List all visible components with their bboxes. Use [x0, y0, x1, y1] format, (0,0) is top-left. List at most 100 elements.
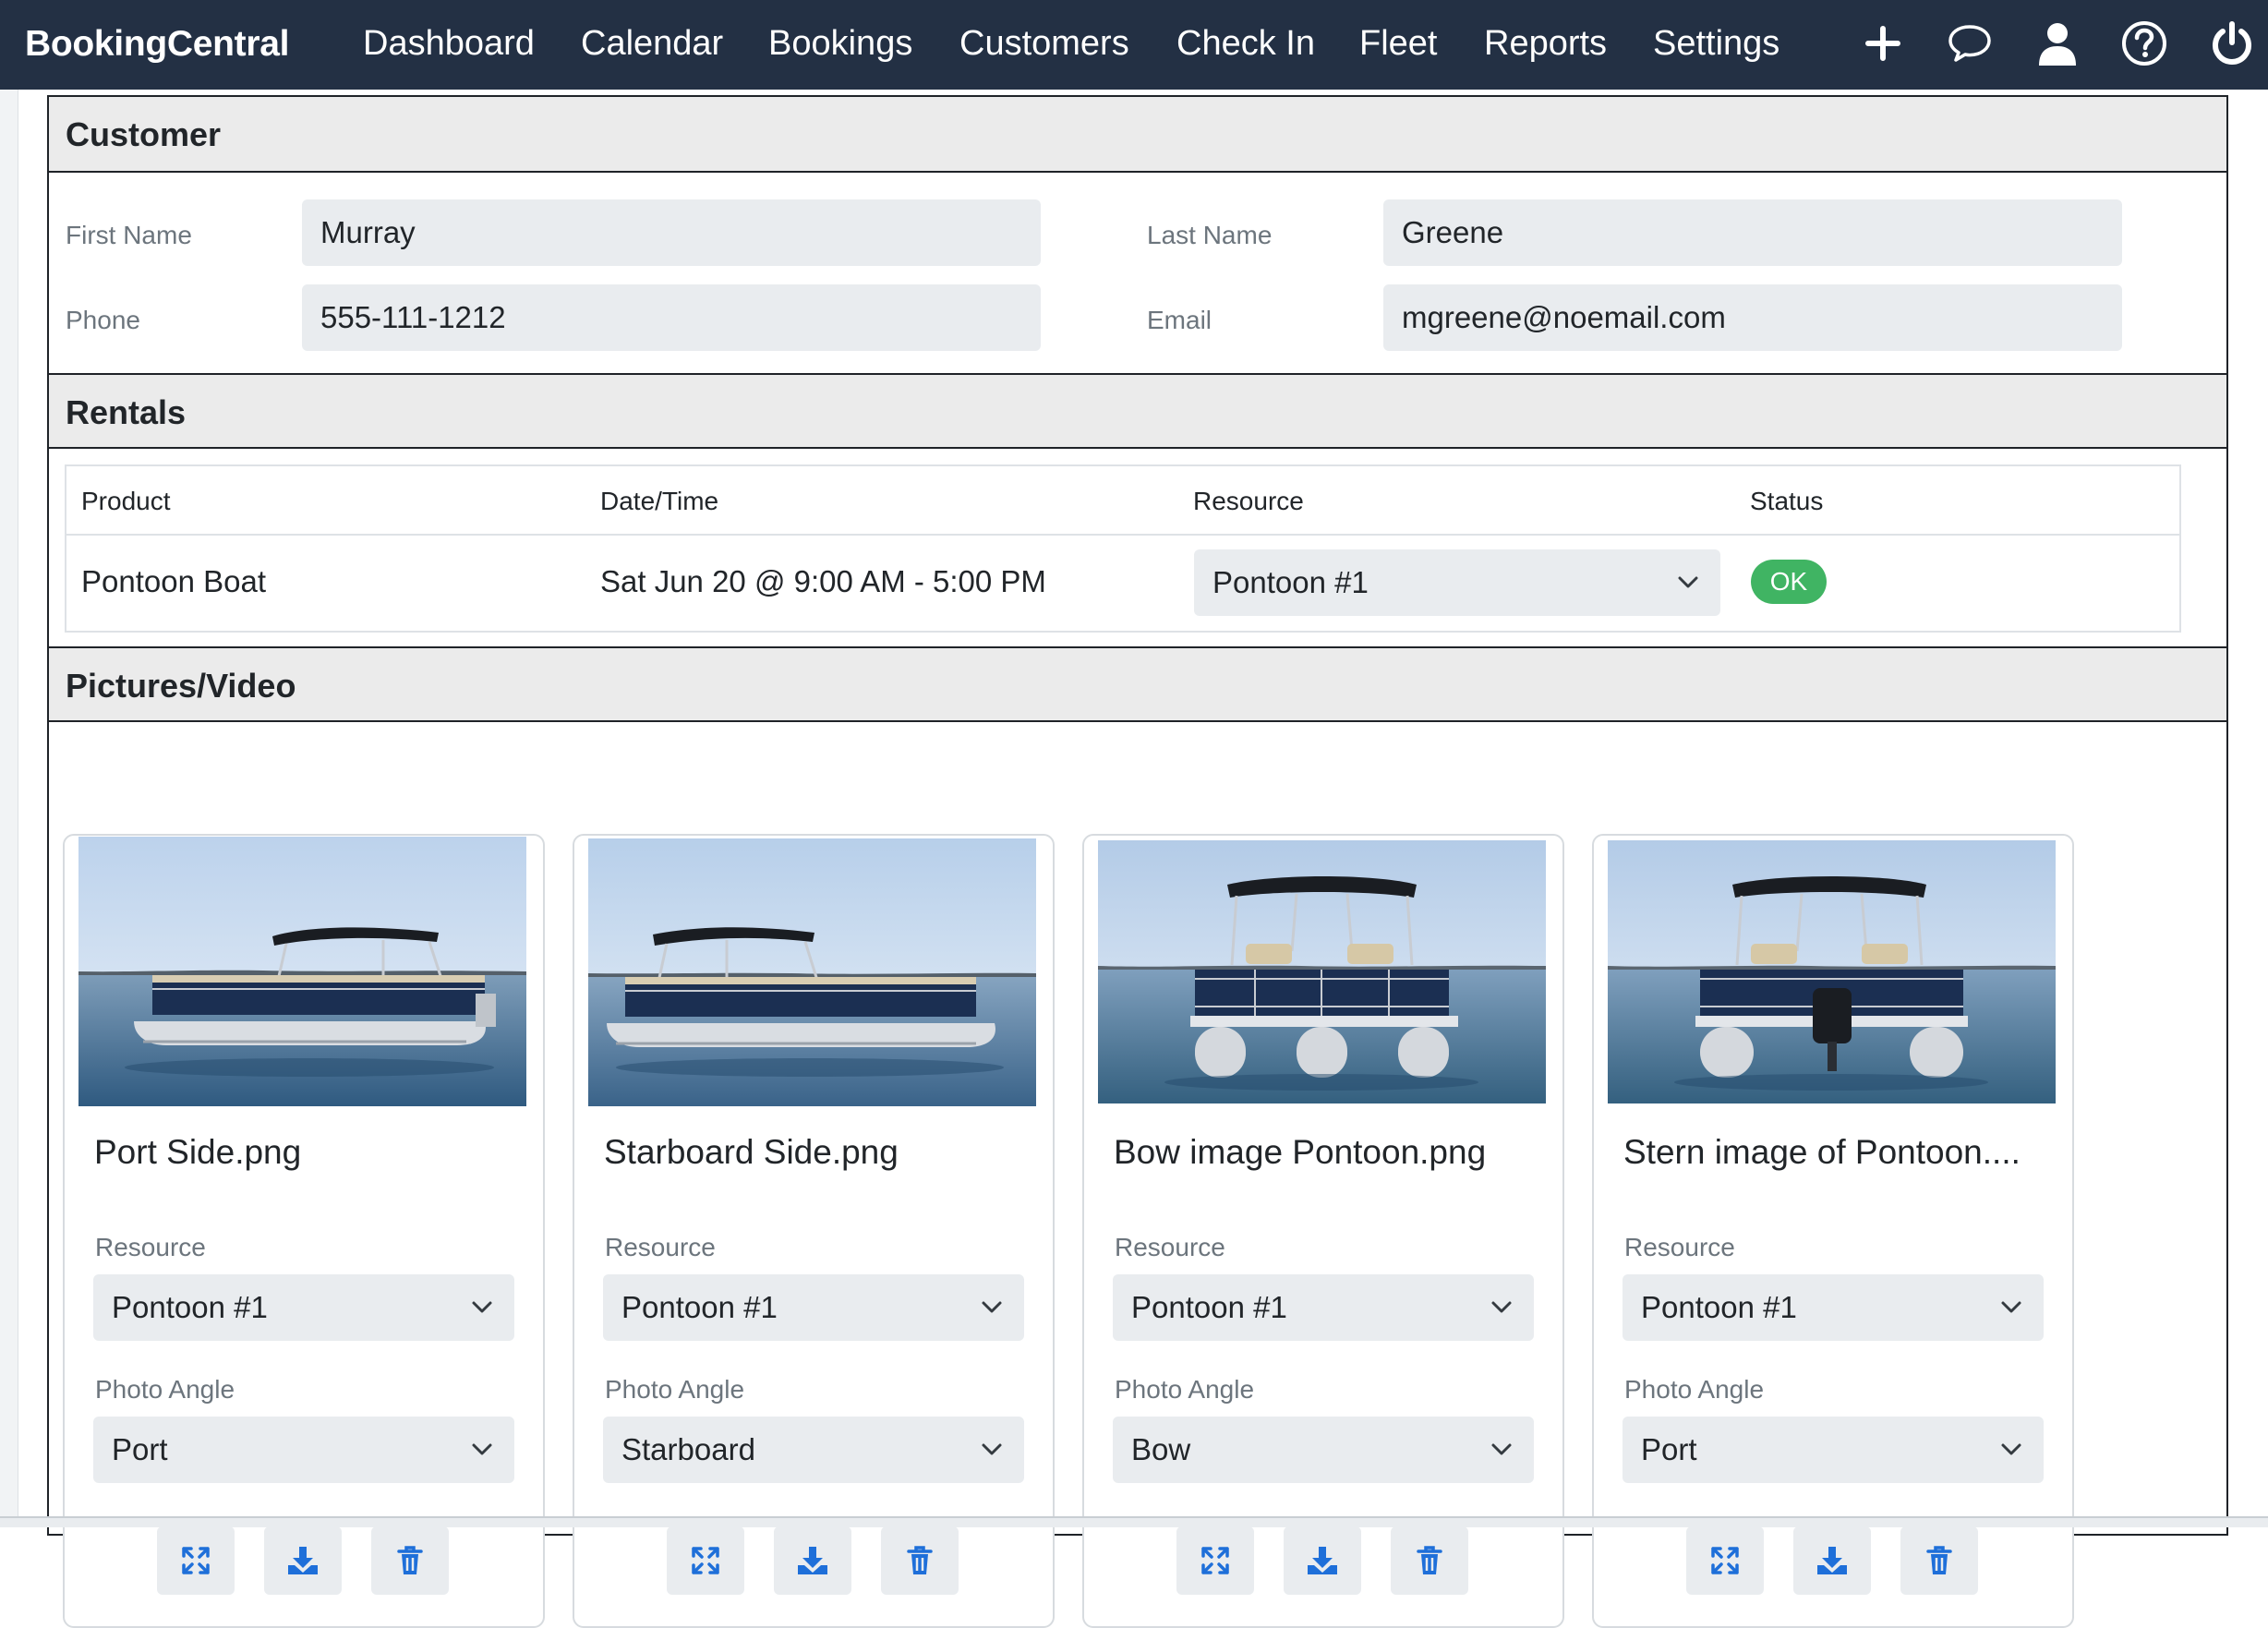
trash-icon: [1417, 1546, 1442, 1574]
media-section-heading: Pictures/Video: [49, 646, 2226, 722]
nav-fleet[interactable]: Fleet: [1359, 24, 1437, 64]
media-thumbnail[interactable]: [1098, 840, 1546, 1110]
col-header-product: Product: [81, 487, 171, 515]
download-button[interactable]: [774, 1526, 851, 1595]
delete-button[interactable]: [1900, 1526, 1978, 1595]
first-name-field[interactable]: Murray: [302, 199, 1041, 266]
chevron-down-icon: [1678, 576, 1698, 588]
media-card: Stern image of Pontoon.... Resource Pont…: [1592, 834, 2074, 1628]
media-angle-select[interactable]: Starboard: [603, 1417, 1024, 1483]
brand-logo[interactable]: BookingCentral: [25, 24, 289, 65]
expand-icon: [1201, 1547, 1229, 1574]
left-rail: [0, 90, 18, 1527]
chevron-down-icon: [1491, 1443, 1512, 1455]
resource-label: Resource: [605, 1233, 716, 1261]
media-thumbnail[interactable]: [1608, 840, 2056, 1110]
nav-customers[interactable]: Customers: [959, 24, 1129, 64]
help-circle-icon[interactable]: [2119, 18, 2169, 68]
download-icon: [1817, 1547, 1847, 1574]
trash-icon: [1926, 1546, 1952, 1574]
download-button[interactable]: [1284, 1526, 1361, 1595]
media-angle-select[interactable]: Bow: [1113, 1417, 1534, 1483]
rentals-section-heading: Rentals: [49, 373, 2226, 449]
top-navbar: BookingCentral Dashboard Calendar Bookin…: [0, 0, 2268, 90]
media-angle-value: Port: [112, 1432, 168, 1466]
resource-label: Resource: [95, 1233, 206, 1261]
download-icon: [798, 1547, 827, 1574]
phone-label: Phone: [66, 306, 140, 334]
photo-angle-label: Photo Angle: [1115, 1375, 1255, 1404]
media-title: Stern image of Pontoon....: [1623, 1133, 2021, 1171]
col-header-status: Status: [1750, 487, 1824, 515]
nav-check-in[interactable]: Check In: [1176, 24, 1315, 64]
chevron-down-icon: [1491, 1301, 1512, 1313]
expand-button[interactable]: [1176, 1526, 1254, 1595]
user-icon[interactable]: [2033, 18, 2082, 68]
rental-resource-select[interactable]: Pontoon #1: [1194, 549, 1720, 616]
chevron-down-icon: [472, 1301, 492, 1313]
rental-resource-value: Pontoon #1: [1212, 565, 1369, 599]
expand-icon: [182, 1547, 210, 1574]
media-angle-value: Port: [1641, 1432, 1697, 1466]
media-title: Port Side.png: [94, 1133, 302, 1171]
media-thumbnail[interactable]: [588, 838, 1036, 1108]
customer-section-heading: Customer: [49, 97, 2226, 173]
trash-icon: [397, 1546, 423, 1574]
delete-button[interactable]: [881, 1526, 959, 1595]
media-resource-select[interactable]: Pontoon #1: [1113, 1274, 1534, 1341]
chevron-down-icon: [472, 1443, 492, 1455]
rental-datetime-cell: Sat Jun 20 @ 9:00 AM - 5:00 PM: [600, 564, 1046, 598]
media-resource-select[interactable]: Pontoon #1: [93, 1274, 514, 1341]
media-angle-value: Bow: [1131, 1432, 1191, 1466]
media-title: Bow image Pontoon.png: [1114, 1133, 1487, 1171]
last-name-label: Last Name: [1147, 221, 1273, 249]
chevron-down-icon: [2001, 1443, 2021, 1455]
table-divider: [66, 534, 2179, 536]
email-label: Email: [1147, 306, 1212, 334]
resource-label: Resource: [1115, 1233, 1225, 1261]
nav-bookings[interactable]: Bookings: [768, 24, 912, 64]
media-resource-select[interactable]: Pontoon #1: [1623, 1274, 2044, 1341]
phone-field[interactable]: 555-111-1212: [302, 284, 1041, 351]
col-header-datetime: Date/Time: [600, 487, 719, 515]
media-resource-value: Pontoon #1: [1641, 1290, 1797, 1324]
media-angle-select[interactable]: Port: [93, 1417, 514, 1483]
rentals-table: Product Date/Time Resource Status Pontoo…: [65, 464, 2181, 633]
photo-angle-label: Photo Angle: [95, 1375, 235, 1404]
plus-icon[interactable]: [1858, 18, 1908, 68]
delete-button[interactable]: [371, 1526, 449, 1595]
nav-dashboard[interactable]: Dashboard: [363, 24, 535, 64]
expand-button[interactable]: [1686, 1526, 1764, 1595]
media-resource-select[interactable]: Pontoon #1: [603, 1274, 1024, 1341]
expand-button[interactable]: [667, 1526, 744, 1595]
media-angle-select[interactable]: Port: [1623, 1417, 2044, 1483]
download-button[interactable]: [1793, 1526, 1871, 1595]
booking-detail-panel: Customer First Name Murray Last Name Gre…: [47, 95, 2228, 1628]
media-card: Port Side.png Resource Pontoon #1 Photo …: [63, 834, 545, 1628]
download-icon: [288, 1547, 318, 1574]
nav-calendar[interactable]: Calendar: [581, 24, 723, 64]
media-thumbnail[interactable]: [78, 837, 526, 1106]
nav-reports[interactable]: Reports: [1484, 24, 1607, 64]
first-name-label: First Name: [66, 221, 192, 249]
expand-button[interactable]: [157, 1526, 235, 1595]
chevron-down-icon: [2001, 1301, 2021, 1313]
expand-icon: [1711, 1547, 1739, 1574]
rental-product-cell: Pontoon Boat: [81, 564, 266, 598]
rental-status-badge: OK: [1751, 560, 1827, 604]
delete-button[interactable]: [1391, 1526, 1468, 1595]
power-icon[interactable]: [2207, 18, 2257, 68]
media-card: Bow image Pontoon.png Resource Pontoon #…: [1082, 834, 1564, 1628]
media-resource-value: Pontoon #1: [621, 1290, 778, 1324]
media-angle-value: Starboard: [621, 1432, 755, 1466]
nav-settings[interactable]: Settings: [1653, 24, 1779, 64]
media-resource-value: Pontoon #1: [1131, 1290, 1287, 1324]
last-name-field[interactable]: Greene: [1383, 199, 2122, 266]
col-header-resource: Resource: [1193, 487, 1304, 515]
chat-bubble-icon[interactable]: [1945, 18, 1995, 68]
expand-icon: [692, 1547, 719, 1574]
download-button[interactable]: [264, 1526, 342, 1595]
email-field[interactable]: mgreene@noemail.com: [1383, 284, 2122, 351]
media-card: Starboard Side.png Resource Pontoon #1 P…: [573, 834, 1055, 1628]
resource-label: Resource: [1624, 1233, 1735, 1261]
